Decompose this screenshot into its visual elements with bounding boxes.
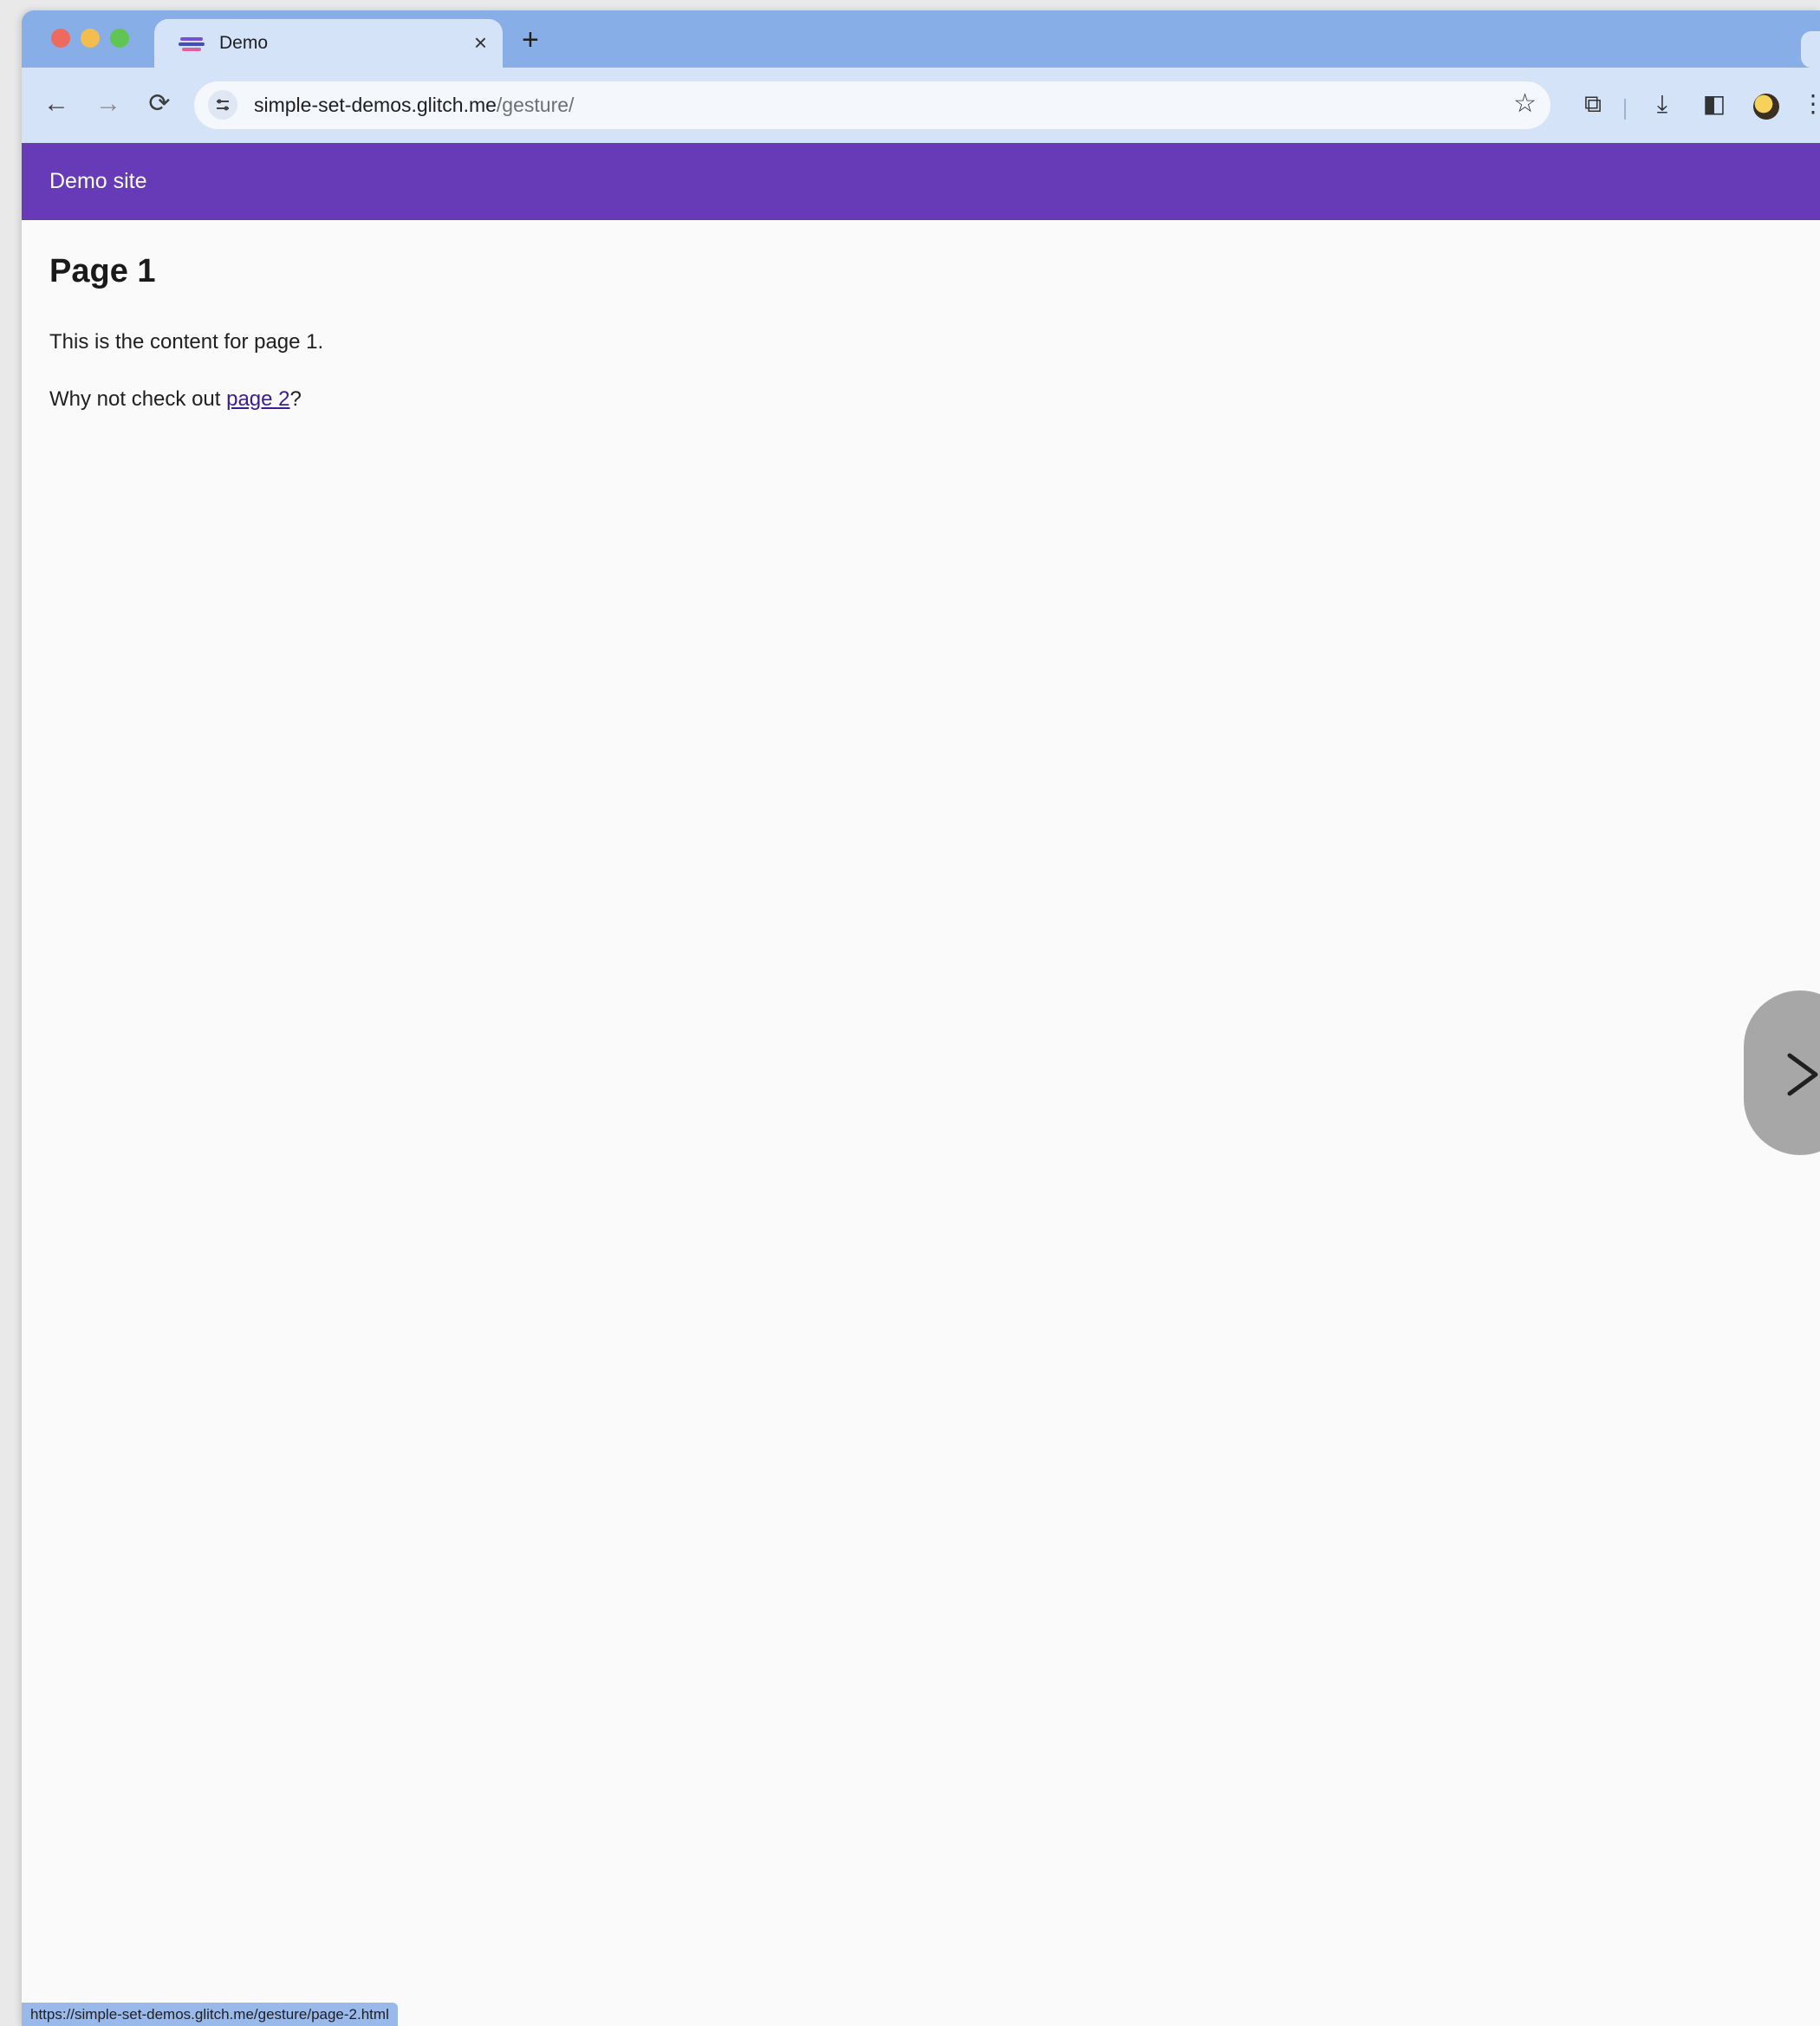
- url-text[interactable]: simple-set-demos.glitch.me/gesture/: [254, 94, 574, 117]
- window-close-button[interactable]: [51, 29, 70, 48]
- back-arrow-icon[interactable]: ←: [39, 87, 74, 121]
- url-path: /gesture/: [496, 94, 575, 116]
- window-minimize-button[interactable]: [81, 29, 100, 48]
- kebab-menu-icon[interactable]: ⋮: [1797, 88, 1820, 120]
- reload-icon[interactable]: ⟳: [142, 87, 177, 121]
- status-bubble: https://simple-set-demos.glitch.me/gestu…: [22, 2003, 398, 2026]
- url-host: simple-set-demos.glitch.me: [254, 94, 497, 116]
- site-info-icon[interactable]: [208, 90, 237, 120]
- next-page-paragraph: Why not check out page 2?: [49, 387, 302, 412]
- extensions-icon[interactable]: ⧉: [1577, 88, 1609, 120]
- site-header: Demo site: [22, 143, 1820, 220]
- tab-demo[interactable]: Demo ×: [154, 19, 503, 68]
- side-panel-icon[interactable]: ◧: [1699, 88, 1730, 120]
- demo-favicon-icon: [179, 37, 205, 51]
- page-title: Page 1: [49, 253, 156, 289]
- new-tab-button[interactable]: +: [522, 23, 539, 56]
- profile-avatar[interactable]: [1753, 94, 1779, 120]
- paragraph-suffix: ?: [289, 387, 302, 411]
- browser-toolbar: ← → ⟳ simple-set-demos.glitch.me/gesture…: [22, 68, 1820, 143]
- tab-search-button[interactable]: [1801, 31, 1820, 68]
- address-bar[interactable]: simple-set-demos.glitch.me/gesture/ ☆: [194, 81, 1550, 129]
- window-maximize-button[interactable]: [110, 29, 129, 48]
- forward-arrow-icon[interactable]: →: [91, 87, 126, 121]
- tab-title: Demo: [219, 33, 269, 53]
- bookmark-star-icon[interactable]: ☆: [1513, 88, 1537, 119]
- desktop-background: Demo × + ← → ⟳ simple-set-demos.glitch.m…: [0, 0, 1820, 2026]
- site-title[interactable]: Demo site: [49, 169, 147, 194]
- page-2-link[interactable]: page 2: [226, 387, 289, 411]
- paragraph-prefix: Why not check out: [49, 387, 227, 411]
- content-paragraph: This is the content for page 1.: [49, 330, 324, 354]
- toolbar-divider: [1624, 99, 1626, 120]
- back-forward-arrow-icon: [1787, 1053, 1818, 1096]
- tab-strip: Demo × +: [22, 10, 1820, 68]
- download-icon[interactable]: ⤓: [1647, 88, 1678, 120]
- browser-window: Demo × + ← → ⟳ simple-set-demos.glitch.m…: [22, 10, 1820, 2026]
- tab-close-icon[interactable]: ×: [474, 29, 487, 55]
